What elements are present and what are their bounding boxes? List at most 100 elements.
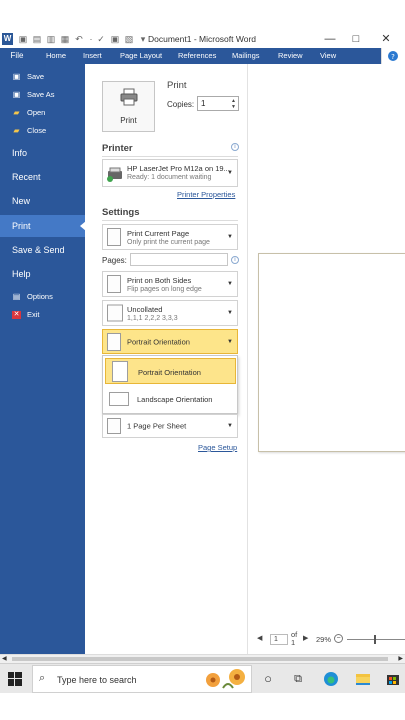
printer-properties-link[interactable]: Printer Properties: [177, 190, 235, 199]
collation-title: Uncollated: [127, 305, 163, 314]
printer-dropdown[interactable]: HP LaserJet Pro M12a on 19... Ready: 1 d…: [102, 159, 238, 187]
customize-qat-icon[interactable]: ▾: [138, 33, 148, 45]
print-settings-pane: Print Print Copies: 1 ▲ ▼ Printer i HP La…: [85, 64, 248, 654]
pages-input[interactable]: [130, 253, 228, 266]
collate-icon: [107, 304, 123, 322]
sidebar-item-label: Exit: [27, 310, 40, 319]
zoom-slider[interactable]: [347, 635, 405, 644]
minimize-button[interactable]: —: [318, 31, 342, 47]
sidebar-item-print[interactable]: Print: [0, 215, 86, 237]
sidebar-item-save-send[interactable]: Save & Send: [0, 239, 85, 261]
tab-references[interactable]: References: [178, 48, 216, 64]
close-button[interactable]: ✕: [374, 31, 398, 47]
scroll-left-icon[interactable]: ◀: [2, 655, 7, 662]
sidebar-item-label: Print: [12, 221, 31, 231]
sidebar-item-new[interactable]: New: [0, 190, 85, 212]
sidebar-item-save[interactable]: ▣ Save: [0, 69, 85, 85]
tab-page-layout[interactable]: Page Layout: [120, 48, 162, 64]
edge-browser-icon[interactable]: [323, 671, 339, 687]
tab-home[interactable]: Home: [46, 48, 66, 64]
quick-access-open-icon[interactable]: ▥: [46, 33, 56, 45]
next-page-icon[interactable]: ▶: [303, 634, 308, 642]
open-folder-icon: ▰: [13, 108, 20, 117]
duplex-page-icon: [107, 275, 121, 293]
undo-icon[interactable]: ↶: [74, 33, 84, 45]
window-title: Document1 - Microsoft Word: [148, 34, 257, 44]
file-explorer-icon[interactable]: [355, 671, 371, 687]
windows-start-icon[interactable]: [8, 672, 22, 686]
tab-file[interactable]: File: [0, 48, 34, 64]
save-icon: ▣: [12, 72, 21, 81]
orientation-option-label: Landscape Orientation: [137, 395, 213, 404]
word-app-icon[interactable]: W: [2, 33, 13, 45]
tab-mailings[interactable]: Mailings: [232, 48, 260, 64]
quick-access-save-icon[interactable]: ▣: [18, 33, 28, 45]
sidebar-item-close[interactable]: ▰ Close: [0, 123, 85, 139]
printer-info-icon[interactable]: i: [231, 143, 239, 151]
print-button-label: Print: [120, 116, 137, 125]
page-number-input[interactable]: 1: [270, 634, 288, 645]
sidebar-item-open[interactable]: ▰ Open: [0, 105, 85, 121]
taskbar-search-box[interactable]: ⌕ Type here to search: [32, 665, 252, 693]
duplex-dropdown[interactable]: Print on Both Sides Flip pages on long e…: [102, 271, 238, 297]
settings-heading: Settings: [102, 207, 140, 218]
tab-view[interactable]: View: [320, 48, 336, 64]
pages-per-sheet-dropdown[interactable]: 1 Page Per Sheet ▼: [102, 414, 238, 438]
horizontal-scrollbar[interactable]: ◀ ▶: [0, 654, 405, 663]
sidebar-item-save-as[interactable]: ▣ Save As: [0, 87, 85, 103]
page-setup-link[interactable]: Page Setup: [198, 443, 237, 452]
close-folder-icon: ▰: [13, 126, 20, 135]
scroll-right-icon[interactable]: ▶: [398, 655, 403, 662]
sidebar-item-help[interactable]: Help: [0, 263, 85, 285]
copies-label: Copies:: [167, 100, 195, 109]
sidebar-item-recent[interactable]: Recent: [0, 166, 85, 188]
printer-heading: Printer: [102, 143, 133, 154]
preview-page: [258, 253, 405, 452]
task-view-icon[interactable]: ⧉: [290, 671, 306, 687]
printer-name: HP LaserJet Pro M12a on 19...: [127, 164, 230, 173]
previous-page-icon[interactable]: ◀: [257, 634, 262, 642]
zoom-out-icon[interactable]: −: [334, 634, 343, 643]
cortana-icon[interactable]: ○: [260, 671, 276, 687]
collation-dropdown[interactable]: Uncollated 1,1,1 2,2,2 3,3,3 ▼: [102, 300, 238, 326]
sidebar-item-label: Save As: [27, 90, 55, 99]
printer-device-icon: [107, 167, 122, 182]
format-painter-icon[interactable]: ✓: [96, 33, 106, 45]
backstage-sidebar: ▣ Save ▣ Save As ▰ Open ▰ Close Info Rec…: [0, 64, 86, 654]
redo-icon[interactable]: ·: [86, 33, 96, 45]
sidebar-item-label: Close: [27, 126, 47, 135]
pages-label: Pages:: [102, 256, 127, 265]
zoom-slider-thumb[interactable]: [374, 635, 376, 644]
print-range-dropdown[interactable]: Print Current Page Only print the curren…: [102, 224, 238, 250]
printer-icon: [120, 88, 138, 106]
portrait-page-icon: [107, 332, 121, 351]
tab-insert[interactable]: Insert: [83, 48, 102, 64]
quick-save-icon[interactable]: ▣: [110, 33, 120, 45]
scrollbar-thumb[interactable]: [12, 657, 388, 661]
help-question-icon[interactable]: ?: [381, 48, 405, 64]
copies-spinner[interactable]: ▲ ▼: [230, 98, 237, 110]
printer-status: Ready: 1 document waiting: [127, 174, 212, 181]
quick-access-print-icon[interactable]: ▤: [32, 33, 42, 45]
quick-spell-icon[interactable]: ▧: [124, 33, 134, 45]
orientation-option-portrait[interactable]: Portrait Orientation: [105, 358, 236, 384]
print-button[interactable]: Print: [102, 81, 155, 132]
store-icon[interactable]: [385, 671, 401, 687]
ribbon-tab-bar: File Home Insert Page Layout References …: [0, 48, 405, 64]
sidebar-item-label: Open: [27, 108, 46, 117]
copies-input[interactable]: 1 ▲ ▼: [197, 96, 239, 111]
sidebar-item-options[interactable]: ▤ Options: [0, 289, 85, 305]
sidebar-item-exit[interactable]: ✕ Exit: [0, 307, 85, 323]
chevron-down-icon: ▼: [227, 338, 233, 345]
zoom-percent[interactable]: 29%: [316, 635, 331, 644]
quick-access-preview-icon[interactable]: ▦: [60, 33, 70, 45]
maximize-button[interactable]: □: [344, 31, 368, 47]
tab-review[interactable]: Review: [278, 48, 303, 64]
chevron-down-icon: ▼: [227, 170, 233, 176]
orientation-option-landscape[interactable]: Landscape Orientation: [105, 386, 236, 412]
pages-info-icon[interactable]: i: [231, 256, 239, 264]
sidebar-item-info[interactable]: Info: [0, 142, 85, 164]
orientation-dropdown[interactable]: Portrait Orientation ▼: [102, 329, 238, 354]
windows-taskbar: ⌕ Type here to search ○ ⧉: [0, 663, 405, 693]
print-range-title: Print Current Page: [127, 229, 190, 238]
